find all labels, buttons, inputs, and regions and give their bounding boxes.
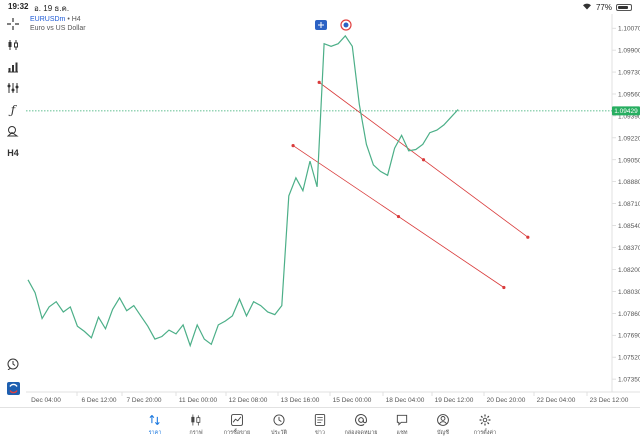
y-tick-label: 1.08370: [618, 245, 640, 252]
settings-icon: [463, 410, 507, 428]
battery-percent: 77%: [595, 2, 612, 12]
x-tick-label: 7 Dec 20:00: [126, 397, 161, 404]
y-tick-label: 1.07350: [618, 377, 640, 384]
trendline-handle[interactable]: [317, 80, 321, 84]
x-tick-label: 12 Dec 08:00: [229, 397, 268, 404]
trendline-handle[interactable]: [502, 285, 506, 290]
y-tick-label: 1.10070: [618, 26, 640, 33]
y-tick-label: 1.08880: [618, 179, 640, 186]
x-tick-label: 22 Dec 04:00: [537, 397, 576, 404]
y-tick-label: 1.09220: [618, 135, 640, 142]
trendline-handle[interactable]: [421, 158, 426, 162]
price-chart-svg[interactable]: 1.100701.099001.097301.095601.093901.092…: [23, 14, 640, 407]
trade-icon: [215, 410, 259, 428]
y-tick-label: 1.07520: [618, 355, 640, 362]
drawing-toolbar: ƒ H4: [0, 14, 26, 404]
trendline-handle[interactable]: [526, 235, 530, 239]
x-tick-label: 18 Dec 04:00: [386, 397, 425, 404]
timeframe-button[interactable]: H4: [5, 145, 21, 161]
function-icon[interactable]: ƒ: [5, 102, 21, 118]
nav-item-label: ประวัติ: [270, 430, 288, 436]
chart-icon: [174, 410, 218, 428]
buy-sell-buttons: [315, 19, 352, 31]
nav-item-label: การซื้อขาย: [223, 430, 251, 436]
objects-icon[interactable]: [5, 123, 21, 139]
history-icon: [257, 410, 301, 428]
nav-item-news[interactable]: ข่าว: [298, 410, 342, 444]
y-tick-label: 1.07690: [618, 333, 640, 340]
y-tick-label: 1.09560: [618, 91, 640, 98]
nav-item-history[interactable]: ประวัติ: [257, 410, 301, 444]
clock-icon[interactable]: [5, 356, 21, 372]
nav-item-settings[interactable]: การตั้งค่า: [463, 410, 507, 444]
nav-item-account[interactable]: บัญชี: [421, 410, 465, 444]
nav-item-label: แชท: [396, 430, 408, 436]
status-bar: 19:32 อ. 19 ธ.ค. 77%: [0, 0, 640, 14]
candlestick-icon[interactable]: [5, 37, 21, 53]
chat-icon: [380, 410, 424, 428]
trendline-handle[interactable]: [396, 214, 401, 219]
nav-item-trade[interactable]: การซื้อขาย: [215, 410, 259, 444]
y-tick-label: 1.09900: [618, 48, 640, 55]
nav-item-chart[interactable]: กราฟ: [174, 410, 218, 444]
wifi-icon: [582, 2, 592, 12]
chart-type-icon[interactable]: [5, 59, 21, 75]
y-tick-label: 1.08030: [618, 289, 640, 296]
logo-icon[interactable]: [5, 380, 21, 396]
current-price-badge: 1.09429: [612, 106, 640, 116]
nav-item-label: บัญชี: [437, 430, 449, 436]
trendline-handle[interactable]: [291, 143, 295, 148]
y-tick-label: 1.08200: [618, 267, 640, 274]
current-price-label: 1.09429: [614, 108, 638, 115]
nav-item-label: การตั้งค่า: [473, 430, 497, 436]
y-tick-label: 1.08540: [618, 223, 640, 230]
x-tick-label: 23 Dec 12:00: [590, 397, 629, 404]
bottom-nav: ราคา กราฟ การซื้อขาย ประวัติ ข่าว กล่องจดหมาย…: [0, 407, 640, 447]
x-tick-label: 6 Dec 12:00: [81, 397, 116, 404]
nav-item-quotes[interactable]: ราคา: [133, 410, 177, 444]
battery-icon: [616, 3, 632, 11]
nav-item-mailbox[interactable]: กล่องจดหมาย: [339, 410, 383, 444]
nav-item-label: ราคา: [148, 430, 162, 436]
x-tick-label: 19 Dec 12:00: [435, 397, 474, 404]
x-tick-label: 20 Dec 20:00: [487, 397, 526, 404]
x-tick-label: 13 Dec 16:00: [281, 397, 320, 404]
x-tick-label: 15 Dec 00:00: [333, 397, 372, 404]
nav-item-chat[interactable]: แชท: [380, 410, 424, 444]
y-tick-label: 1.09730: [618, 70, 640, 77]
y-tick-label: 1.09050: [618, 157, 640, 164]
price-series-line: [27, 34, 459, 348]
crosshair-icon[interactable]: [5, 16, 21, 32]
nav-item-label: กราฟ: [189, 430, 203, 436]
account-icon: [421, 410, 465, 428]
status-time: 19:32: [8, 2, 29, 11]
quotes-icon: [133, 410, 177, 428]
nav-item-label: ข่าว: [315, 430, 325, 436]
news-icon: [298, 410, 342, 428]
y-tick-label: 1.08710: [618, 201, 640, 208]
y-tick-label: 1.07860: [618, 311, 640, 318]
nav-item-label: กล่องจดหมาย: [344, 430, 378, 436]
one-click-sell-icon: [343, 22, 349, 28]
indicators-icon[interactable]: [5, 80, 21, 96]
price-chart[interactable]: 1.10070 1.09900 1.09730 1.09560 1.09390 1.092…: [23, 14, 640, 407]
mailbox-icon: [339, 410, 383, 428]
x-tick-label: Dec 04:00: [31, 397, 61, 404]
x-tick-label: 11 Dec 00:00: [179, 397, 218, 404]
status-right: 77%: [582, 2, 632, 12]
